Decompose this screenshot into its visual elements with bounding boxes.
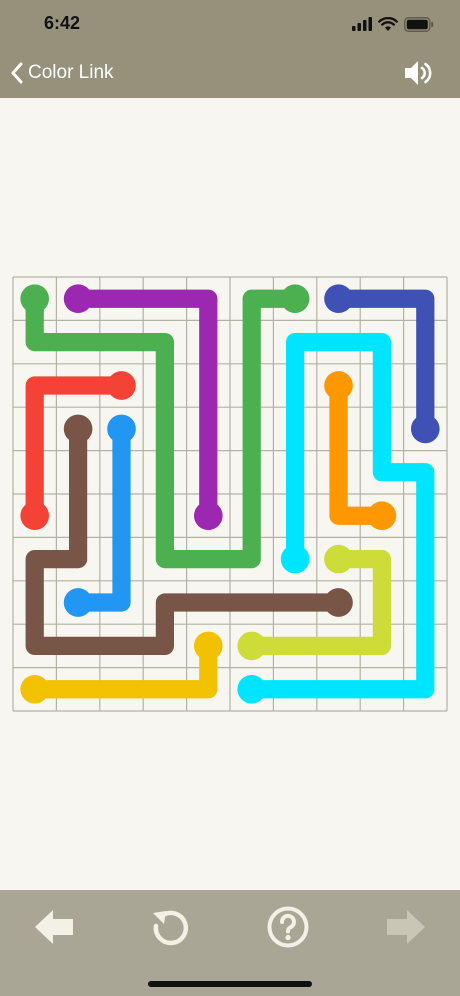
arrow-left-icon — [35, 910, 73, 944]
flow-endpoint-yellow-start[interactable] — [20, 674, 50, 704]
flow-endpoint-red-end[interactable] — [20, 501, 50, 531]
help-icon — [267, 906, 309, 948]
flow-endpoint-lime-start[interactable] — [324, 544, 353, 574]
flow-endpoint-yellow-end[interactable] — [193, 631, 223, 661]
flow-endpoint-dark-blue-end[interactable] — [410, 414, 440, 444]
flow-green[interactable] — [20, 284, 310, 569]
flow-endpoint-blue-start[interactable] — [107, 414, 136, 444]
flow-endpoint-orange-start[interactable] — [324, 371, 353, 400]
chevron-left-icon — [11, 62, 23, 84]
flow-endpoint-blue-end[interactable] — [63, 588, 93, 617]
back-label: Color Link — [28, 62, 114, 83]
restart-button[interactable] — [146, 902, 196, 952]
help-button[interactable] — [263, 902, 313, 952]
battery-icon — [404, 16, 434, 32]
flow-endpoint-green-start[interactable] — [20, 284, 50, 314]
nav-bar: Color Link — [0, 48, 460, 98]
flow-endpoint-cyan-start[interactable] — [280, 544, 310, 574]
wifi-icon — [378, 16, 398, 31]
flow-endpoint-red-start[interactable] — [107, 371, 136, 400]
back-button[interactable]: Color Link — [10, 58, 114, 88]
arrow-right-icon — [387, 910, 425, 944]
flow-endpoint-brown-end[interactable] — [324, 588, 353, 617]
back-level-button[interactable] — [30, 902, 80, 952]
flow-endpoint-orange-end[interactable] — [367, 501, 397, 531]
status-time: 6:42 — [44, 13, 81, 33]
flow-endpoint-green-end[interactable] — [280, 284, 310, 314]
restart-icon — [153, 910, 189, 946]
game-board[interactable] — [12, 276, 448, 712]
flow-endpoint-purple-start[interactable] — [63, 284, 93, 314]
next-level-button[interactable] — [380, 902, 430, 952]
flow-endpoint-dark-blue-start[interactable] — [324, 284, 353, 314]
flow-endpoint-brown-start[interactable] — [63, 414, 93, 444]
flow-endpoint-purple-end[interactable] — [193, 501, 223, 531]
flow-endpoint-cyan-end[interactable] — [237, 674, 267, 704]
speaker-icon — [405, 61, 432, 85]
signal-icon — [352, 17, 372, 31]
status-icons — [352, 14, 434, 34]
sound-button[interactable] — [402, 58, 434, 88]
home-indicator — [148, 981, 312, 987]
status-bar: 6:42 — [0, 0, 460, 48]
flow-endpoint-lime-end[interactable] — [237, 631, 267, 661]
